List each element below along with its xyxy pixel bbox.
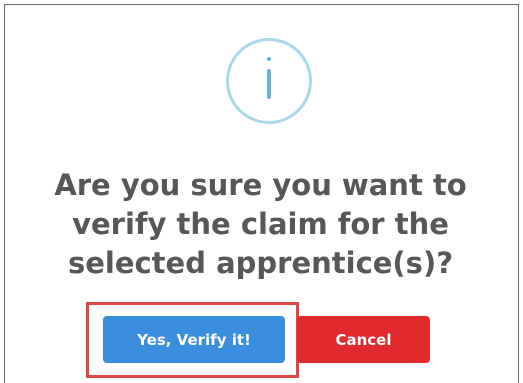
dialog-title: Are you sure you want to verify the clai… <box>54 168 467 280</box>
info-icon <box>226 38 312 124</box>
cancel-button[interactable]: Cancel <box>297 316 430 363</box>
info-icon-bar <box>267 69 271 99</box>
info-icon-dot <box>267 57 271 61</box>
confirm-verify-button[interactable]: Yes, Verify it! <box>103 316 285 363</box>
